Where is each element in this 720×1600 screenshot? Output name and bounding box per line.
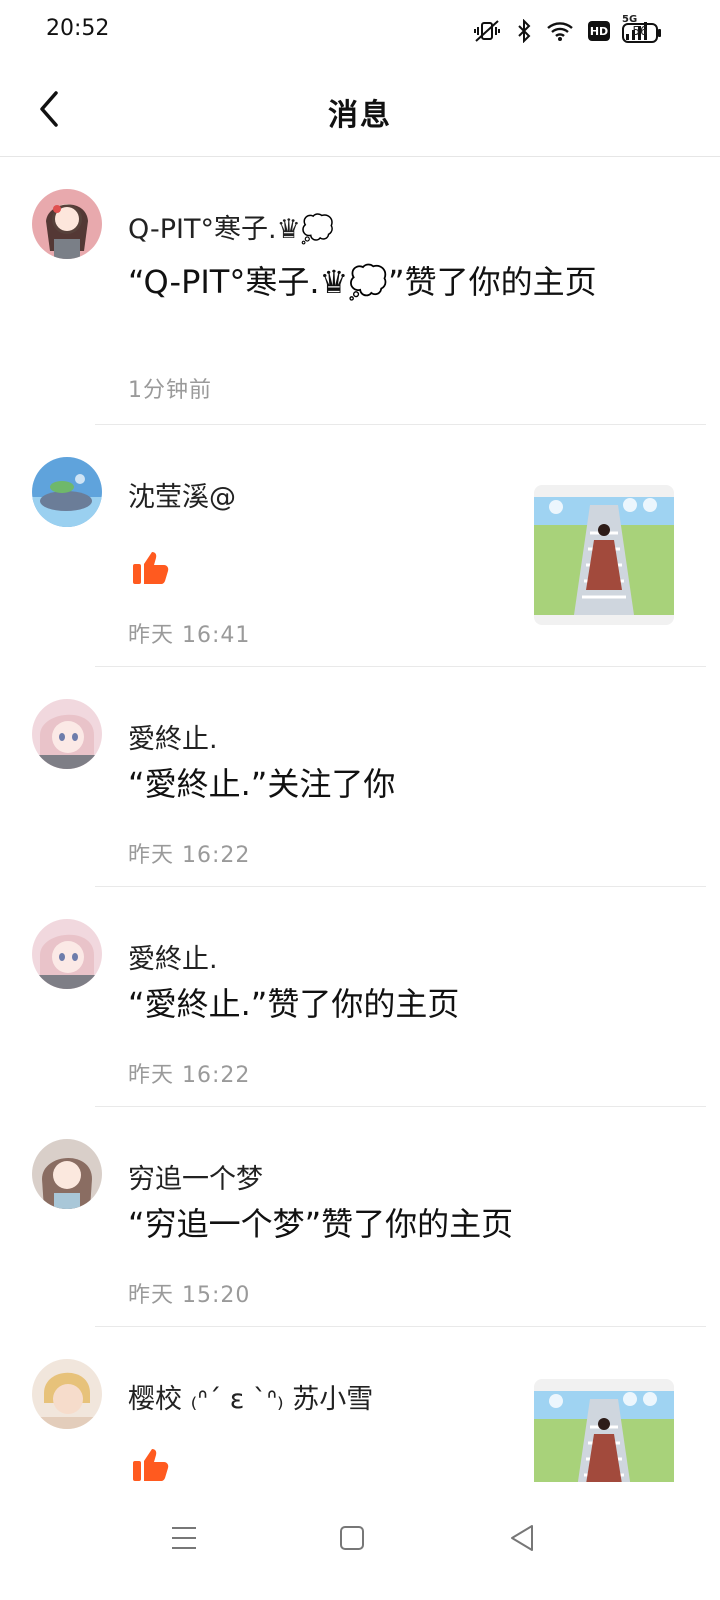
notification-item[interactable]: 穷追一个梦 “穷追一个梦”赞了你的主页 昨天 15:20: [0, 1107, 720, 1327]
notification-time: 1分钟前: [128, 378, 212, 403]
sender-name[interactable]: Q-PIT°寒子.♛💭: [128, 207, 334, 246]
sender-name[interactable]: 穷追一个梦: [128, 1157, 263, 1196]
post-thumbnail[interactable]: [534, 485, 674, 625]
avatar[interactable]: [32, 1139, 102, 1209]
sender-name[interactable]: 愛終止.: [128, 717, 218, 756]
hd-icon: HD: [588, 21, 610, 41]
bluetooth-icon: [516, 19, 532, 43]
status-time: 20:52: [46, 16, 110, 41]
wifi-icon: [546, 20, 574, 42]
status-bar: 20:52 HD 5G 56: [0, 0, 720, 62]
menu-icon: [172, 1527, 196, 1549]
page-title: 消息: [328, 98, 392, 133]
back-triangle-icon: [511, 1525, 533, 1551]
system-nav-bar: [0, 1482, 720, 1600]
notification-item[interactable]: 愛終止. “愛終止.”关注了你 昨天 16:22: [0, 667, 720, 887]
mute-vibrate-icon: [472, 19, 502, 43]
avatar[interactable]: [32, 189, 102, 259]
home-square-icon: [340, 1526, 364, 1550]
thumbs-up-icon: [132, 1447, 170, 1482]
avatar[interactable]: [32, 699, 102, 769]
avatar[interactable]: [32, 919, 102, 989]
notification-item[interactable]: 愛終止. “愛終止.”赞了你的主页 昨天 16:22: [0, 887, 720, 1107]
sender-name[interactable]: 愛終止.: [128, 937, 218, 976]
battery-level: 56: [632, 24, 648, 38]
back-nav-button[interactable]: [492, 1508, 552, 1568]
notification-message: “愛終止.”关注了你: [128, 765, 396, 803]
notification-time: 昨天 15:20: [128, 1283, 251, 1308]
notification-item[interactable]: 沈莹溪@ 昨天 16:41: [0, 425, 720, 667]
menu-button[interactable]: [154, 1508, 214, 1568]
notification-time: 昨天 16:41: [128, 623, 251, 648]
sender-name[interactable]: 沈莹溪@: [128, 475, 236, 514]
app-bar: 消息: [0, 62, 720, 157]
notification-time: 昨天 16:22: [128, 843, 251, 868]
post-thumbnail[interactable]: [534, 1379, 674, 1482]
avatar[interactable]: [32, 457, 102, 527]
avatar[interactable]: [32, 1359, 102, 1429]
home-button[interactable]: [322, 1508, 382, 1568]
thumbs-up-icon: [132, 550, 170, 590]
sender-name[interactable]: 樱校 ₍ᐢ´ ε `ᐢ₎ 苏小雪: [128, 1377, 373, 1416]
notification-time: 昨天 16:22: [128, 1063, 251, 1088]
notification-message: “愛終止.”赞了你的主页: [128, 985, 460, 1023]
notification-item[interactable]: 樱校 ₍ᐢ´ ε `ᐢ₎ 苏小雪: [0, 1327, 720, 1482]
notification-message: “Q-PIT°寒子.♛💭”赞了你的主页: [128, 263, 597, 301]
battery-icon: 56: [622, 22, 662, 48]
notification-item[interactable]: Q-PIT°寒子.♛💭 “Q-PIT°寒子.♛💭”赞了你的主页 1分钟前: [0, 157, 720, 425]
notification-message: “穷追一个梦”赞了你的主页: [128, 1205, 514, 1243]
notification-list[interactable]: Q-PIT°寒子.♛💭 “Q-PIT°寒子.♛💭”赞了你的主页 1分钟前 沈莹溪…: [0, 157, 720, 1482]
